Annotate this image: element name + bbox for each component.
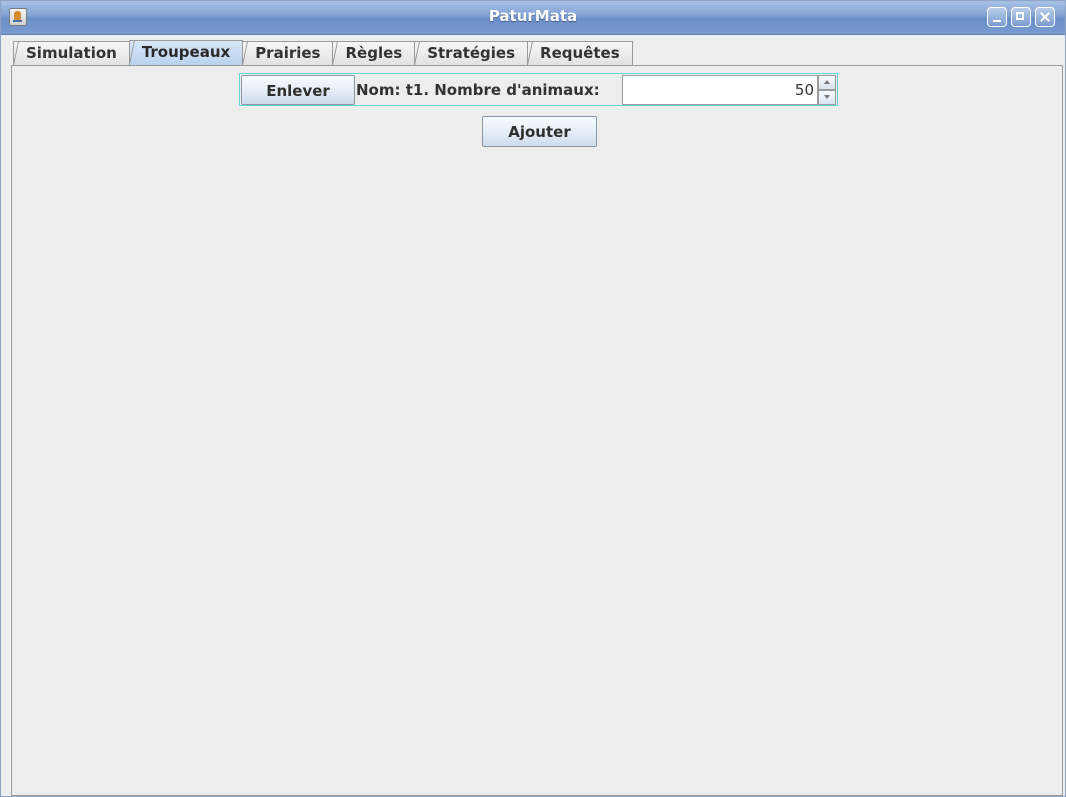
add-button[interactable]: Ajouter xyxy=(482,116,597,147)
spinner-down-icon[interactable] xyxy=(818,90,836,105)
app-window: PaturMata Simulation Troupeaux Prairies … xyxy=(0,0,1066,797)
tab-strategies[interactable]: Stratégies xyxy=(414,41,529,65)
tab-simulation[interactable]: Simulation xyxy=(13,41,130,65)
animal-count-spinner[interactable] xyxy=(622,75,836,105)
tab-regles[interactable]: Règles xyxy=(332,41,416,65)
tab-bar: Simulation Troupeaux Prairies Règles Str… xyxy=(13,40,633,66)
tab-requetes[interactable]: Requêtes xyxy=(527,41,633,65)
troupeaux-panel xyxy=(11,65,1063,796)
herd-name-label: Nom: t1. Nombre d'animaux: xyxy=(356,81,600,99)
herd-row: Enlever Nom: t1. Nombre d'animaux: xyxy=(239,73,838,106)
spinner-up-icon[interactable] xyxy=(818,75,836,90)
maximize-icon[interactable] xyxy=(1011,7,1031,27)
tab-troupeaux[interactable]: Troupeaux xyxy=(128,40,244,66)
window-title: PaturMata xyxy=(488,7,578,25)
animal-count-input[interactable] xyxy=(622,75,818,105)
title-bar[interactable]: PaturMata xyxy=(1,1,1065,35)
close-icon[interactable] xyxy=(1035,7,1055,27)
tab-prairies[interactable]: Prairies xyxy=(242,41,334,65)
remove-button[interactable]: Enlever xyxy=(241,75,355,105)
minimize-icon[interactable] xyxy=(987,7,1007,27)
